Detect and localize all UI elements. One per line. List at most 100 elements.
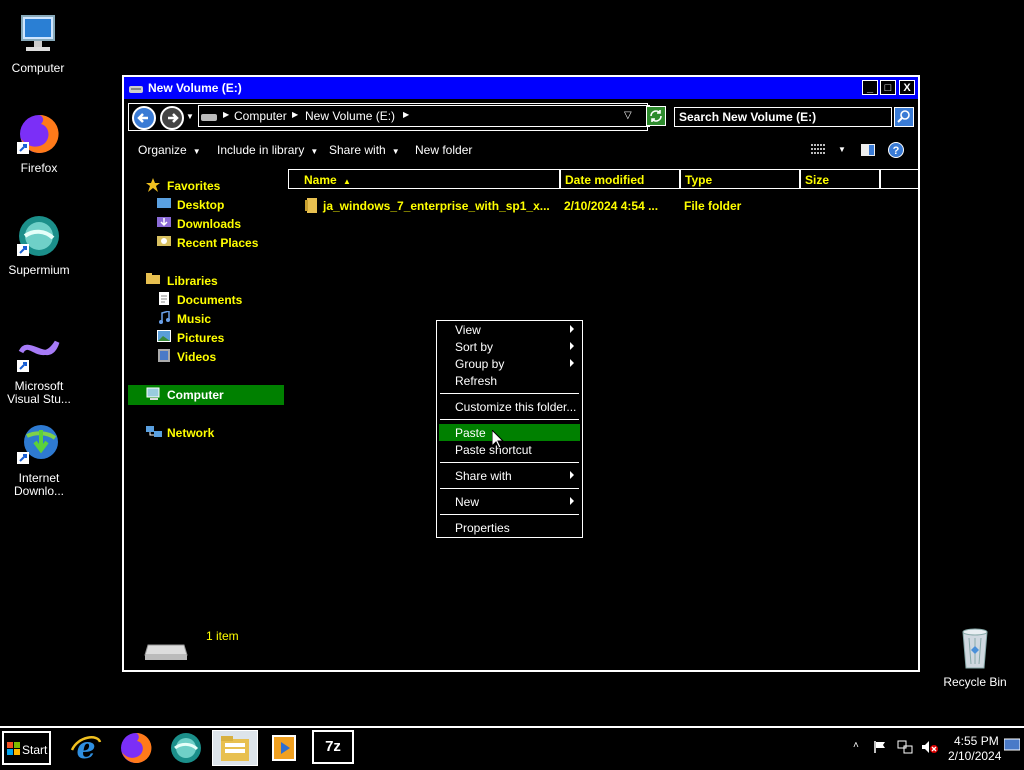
menu-item-share-with[interactable]: Share with — [455, 469, 512, 483]
maximize-button[interactable]: □ — [880, 80, 896, 95]
nav-music[interactable]: Music — [177, 312, 211, 326]
start-button[interactable]: Start — [2, 731, 51, 765]
downloads-folder-icon — [157, 216, 171, 229]
taskbar-media-player[interactable] — [262, 730, 306, 766]
menu-item-sort-by[interactable]: Sort by — [455, 340, 493, 354]
documents-icon — [157, 292, 171, 305]
taskbar-internet-explorer[interactable]: e — [64, 730, 108, 766]
back-button[interactable] — [132, 106, 156, 130]
nav-downloads[interactable]: Downloads — [177, 217, 241, 231]
column-type[interactable]: Type — [680, 169, 800, 189]
menu-item-view[interactable]: View — [455, 323, 481, 337]
submenu-arrow-icon — [570, 359, 574, 367]
menu-item-paste[interactable]: Paste — [455, 426, 486, 440]
column-filler — [880, 169, 920, 189]
preview-pane-button[interactable] — [860, 143, 876, 160]
nav-libraries[interactable]: Libraries — [167, 274, 218, 288]
search-input[interactable]: Search New Volume (E:) — [674, 107, 892, 127]
menu-item-new[interactable]: New — [455, 495, 479, 509]
taskbar-7zip[interactable]: 7z — [312, 730, 356, 766]
recent-places-icon — [157, 235, 171, 248]
taskbar-firefox[interactable] — [114, 730, 158, 766]
breadcrumb-computer[interactable]: Computer — [234, 109, 287, 123]
nav-documents[interactable]: Documents — [177, 293, 242, 307]
close-button[interactable]: X — [899, 80, 915, 95]
details-view-icon — [811, 144, 825, 154]
title-bar[interactable]: New Volume (E:) _ □ X — [124, 77, 918, 99]
file-name: ja_windows_7_enterprise_with_sp1_x... — [323, 199, 550, 213]
menu-item-customize-folder[interactable]: Customize this folder... — [455, 400, 576, 414]
nav-pictures[interactable]: Pictures — [177, 331, 224, 345]
forward-button[interactable] — [160, 106, 184, 130]
view-options-button[interactable] — [810, 143, 826, 160]
nav-desktop[interactable]: Desktop — [177, 198, 224, 212]
address-box[interactable]: ▶ Computer ▶ New Volume (E:) ▶ ▽ — [198, 105, 650, 127]
taskbar-file-explorer-active[interactable] — [212, 730, 258, 766]
preview-pane-icon — [861, 144, 875, 156]
back-arrow-icon — [137, 113, 148, 123]
music-icon — [157, 310, 171, 324]
file-explorer-icon — [221, 736, 249, 761]
organize-button[interactable]: Organize ▼ — [138, 143, 201, 157]
address-dropdown-icon[interactable]: ▽ — [624, 110, 632, 121]
menu-item-refresh[interactable]: Refresh — [455, 374, 497, 388]
pictures-icon — [157, 330, 171, 343]
submenu-arrow-icon — [570, 342, 574, 350]
folder-icon — [305, 198, 319, 216]
supermium-icon — [171, 733, 201, 763]
desktop-icon-label: Internet Downlo... — [13, 471, 65, 498]
videos-icon — [157, 349, 171, 362]
desktop-icon-visual-studio[interactable]: Microsoft Visual Stu... — [0, 328, 79, 406]
network-icon — [146, 425, 162, 438]
menu-item-properties[interactable]: Properties — [455, 521, 510, 535]
show-desktop-icon[interactable] — [1003, 738, 1021, 755]
menu-separator — [440, 462, 579, 463]
network-tray-icon[interactable] — [897, 740, 913, 757]
command-bar: Organize ▼ Include in library ▼ Share with… — [124, 133, 918, 169]
volume-muted-icon[interactable] — [921, 740, 939, 757]
minimize-button[interactable]: _ — [862, 80, 878, 95]
context-menu: View Sort by Group by Refresh Customize … — [436, 320, 583, 538]
search-button[interactable] — [894, 107, 914, 127]
new-folder-button[interactable]: New folder — [415, 143, 472, 157]
desktop-icon-recycle-bin[interactable]: Recycle Bin — [935, 624, 1015, 689]
clock-date[interactable]: 2/10/2024 — [948, 749, 1001, 763]
column-size[interactable]: Size — [800, 169, 880, 189]
column-date-modified[interactable]: Date modified — [560, 169, 680, 189]
status-item-count: 1 item — [206, 629, 239, 643]
breadcrumb-new-volume[interactable]: New Volume (E:) — [305, 109, 395, 123]
taskbar-supermium[interactable] — [164, 730, 208, 766]
refresh-button[interactable] — [646, 106, 666, 126]
star-icon — [146, 178, 160, 192]
include-in-library-button[interactable]: Include in library ▼ — [217, 143, 318, 157]
show-hidden-icons-icon[interactable]: ˄ — [853, 740, 859, 751]
menu-separator — [440, 393, 579, 394]
recent-pages-chevron-icon[interactable]: ▼ — [186, 112, 194, 121]
firefox-icon — [15, 110, 63, 158]
nav-videos[interactable]: Videos — [177, 350, 216, 364]
action-center-flag-icon[interactable] — [873, 740, 887, 757]
help-button[interactable]: ? — [888, 142, 904, 161]
menu-item-group-by[interactable]: Group by — [455, 357, 504, 371]
desktop-icon-supermium[interactable]: Supermium — [0, 212, 79, 277]
help-icon: ? — [888, 142, 904, 158]
nav-recent-places[interactable]: Recent Places — [177, 236, 258, 250]
media-player-icon — [272, 735, 296, 761]
desktop-icon-firefox[interactable]: Firefox — [0, 110, 79, 175]
chevron-right-icon[interactable]: ▶ — [292, 110, 298, 119]
table-row[interactable]: ja_windows_7_enterprise_with_sp1_x... 2/… — [288, 195, 920, 217]
desktop-icon-computer[interactable]: Computer — [0, 10, 78, 75]
desktop-icon-internet-download-manager[interactable]: Internet Downlo... — [0, 420, 79, 498]
clock-time[interactable]: 4:55 PM — [954, 734, 999, 748]
chevron-right-icon[interactable]: ▶ — [223, 110, 229, 119]
start-label: Start — [22, 743, 48, 757]
nav-favorites[interactable]: Favorites — [167, 179, 220, 193]
column-name[interactable]: Name ▲ — [288, 169, 560, 189]
chevron-right-icon[interactable]: ▶ — [403, 110, 409, 119]
desktop-icon-label: Firefox — [20, 161, 58, 175]
nav-computer[interactable]: Computer — [167, 388, 224, 402]
nav-network[interactable]: Network — [167, 426, 214, 440]
mouse-cursor-icon — [491, 428, 505, 452]
share-with-button[interactable]: Share with ▼ — [329, 143, 400, 157]
view-dropdown-icon[interactable]: ▼ — [838, 145, 846, 154]
